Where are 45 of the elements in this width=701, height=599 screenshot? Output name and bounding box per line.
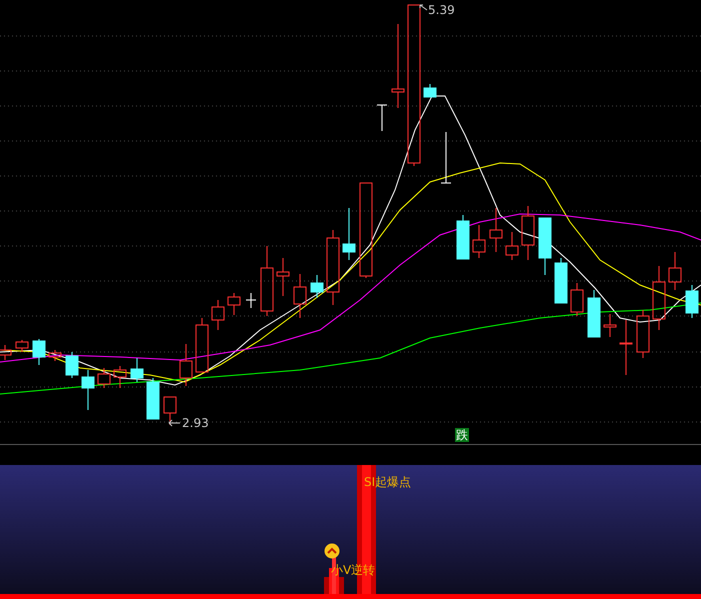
candlestick <box>604 314 616 338</box>
candlestick <box>98 368 110 388</box>
candlestick <box>376 104 388 132</box>
candlestick <box>48 350 62 362</box>
candlestick <box>130 358 144 382</box>
candlestick <box>260 246 274 316</box>
candlestick <box>588 290 600 338</box>
candlestick <box>180 344 192 386</box>
candlestick <box>424 84 436 98</box>
candlestick <box>456 214 470 260</box>
candlestick <box>342 208 356 260</box>
candlestick <box>164 396 176 426</box>
candlestick <box>668 252 682 290</box>
candlestick <box>294 274 306 318</box>
candlestick <box>554 258 568 304</box>
candlestick <box>246 292 256 308</box>
candlestick <box>522 206 534 260</box>
candlestick <box>196 318 208 372</box>
candlestick <box>538 218 552 276</box>
candlestick <box>66 352 78 378</box>
high-price-label: 5.39 <box>428 3 455 17</box>
candlestick <box>114 366 126 388</box>
candlestick <box>506 232 518 260</box>
arrow-icon <box>419 4 428 12</box>
candlestick <box>440 132 452 184</box>
candlestick <box>212 300 224 330</box>
candlestick <box>228 292 240 316</box>
up-chevron-icon <box>324 543 340 559</box>
candlestick <box>276 258 290 296</box>
candlestick <box>82 370 94 410</box>
candlestick <box>636 310 650 358</box>
candlestick <box>310 274 324 298</box>
low-price-label: 2.93 <box>182 416 209 430</box>
candlestick <box>0 344 12 360</box>
candlestick <box>32 338 46 366</box>
candlestick <box>620 320 632 376</box>
candlestick <box>490 208 502 252</box>
candlestick <box>472 224 486 258</box>
candlestick <box>686 284 698 318</box>
candlestick <box>146 378 160 420</box>
candlestick <box>652 266 666 330</box>
candlestick <box>16 340 28 352</box>
fall-signal-badge: 跌 <box>455 428 469 442</box>
candlestick <box>570 282 584 316</box>
arrow-icon <box>168 419 181 427</box>
